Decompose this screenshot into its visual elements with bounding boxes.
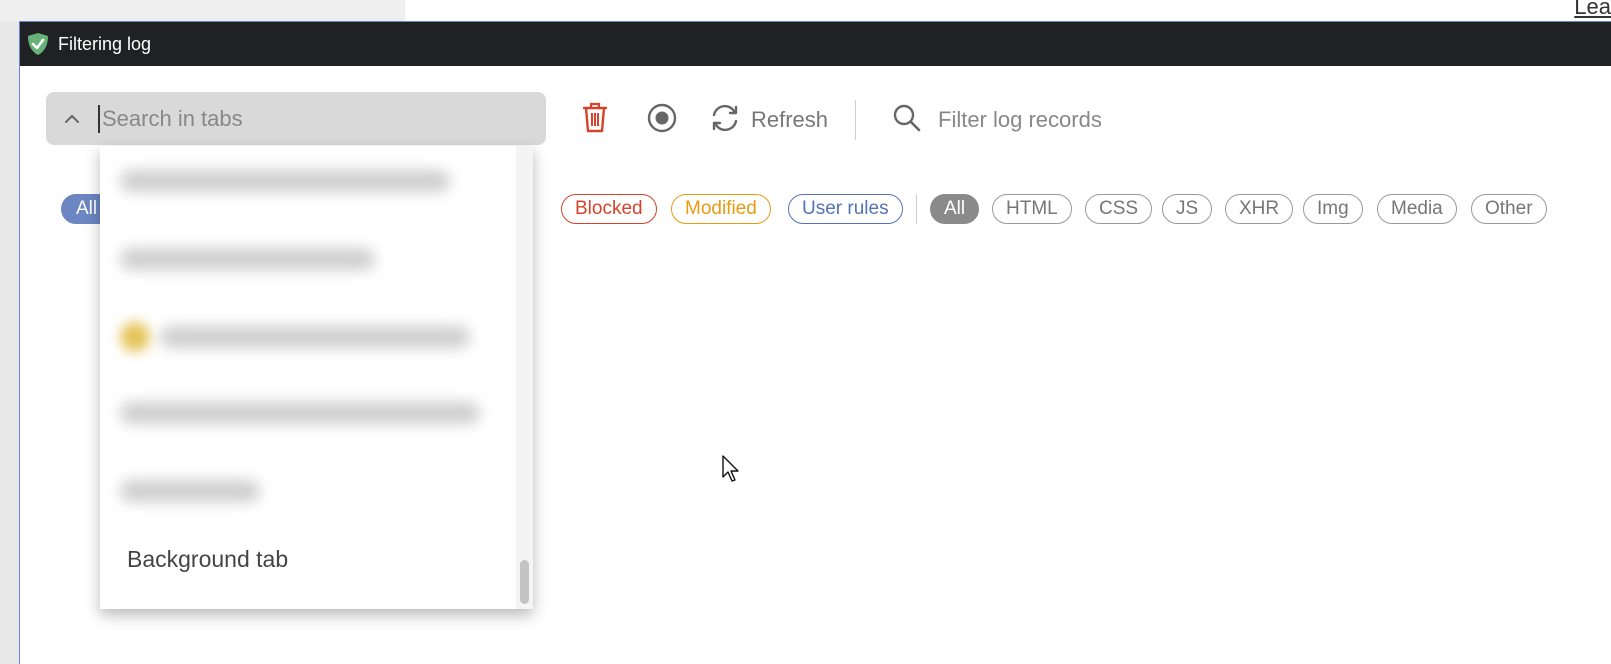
type-filter-all[interactable]: All <box>930 194 980 224</box>
tab-option-blurred[interactable] <box>120 164 450 198</box>
dropdown-scrollbar[interactable] <box>516 146 533 609</box>
filtering-log-window: Filtering log Search in tabs Refresh Fil… <box>19 21 1611 664</box>
tab-option-blurred[interactable] <box>120 320 470 354</box>
tab-option-blurred[interactable] <box>120 396 480 430</box>
type-filter-css[interactable]: CSS <box>1085 194 1153 224</box>
tab-search-box[interactable] <box>46 92 546 145</box>
title-bar[interactable]: Filtering log <box>20 22 1611 66</box>
type-filter-other[interactable]: Other <box>1471 194 1547 224</box>
type-filter-js[interactable]: JS <box>1162 194 1213 224</box>
refresh-button[interactable]: Refresh <box>709 102 828 138</box>
type-filter-xhr[interactable]: XHR <box>1225 194 1294 224</box>
toolbar-divider <box>855 100 856 140</box>
adguard-shield-icon <box>26 32 50 56</box>
record-icon <box>646 102 678 139</box>
background-page-right: Lea <box>405 0 1611 22</box>
background-link[interactable]: Lea <box>1574 0 1611 20</box>
blurred-tab-title <box>120 170 450 192</box>
refresh-icon <box>709 102 741 139</box>
tab-option-blurred[interactable] <box>120 242 375 276</box>
type-filter-media[interactable]: Media <box>1377 194 1457 224</box>
blurred-tab-title <box>120 480 260 502</box>
tab-option-blurred[interactable] <box>120 474 260 508</box>
type-filter-img[interactable]: Img <box>1303 194 1363 224</box>
blurred-favicon <box>120 322 150 352</box>
clear-log-button[interactable] <box>580 102 610 136</box>
type-filter-html[interactable]: HTML <box>992 194 1072 224</box>
blurred-tab-title <box>120 248 375 270</box>
chevron-up-icon[interactable] <box>60 107 84 131</box>
background-page-left <box>0 0 405 22</box>
tabs-dropdown-list: Background tab <box>100 146 516 609</box>
status-filter-user-rules[interactable]: User rules <box>788 194 903 224</box>
mouse-cursor-icon <box>722 455 744 485</box>
tab-option-background-tab[interactable]: Background tab <box>127 546 288 573</box>
tabs-dropdown: Background tab <box>100 146 533 609</box>
filter-records-box[interactable] <box>892 102 1200 138</box>
dropdown-scrollbar-thumb[interactable] <box>520 560 529 604</box>
blurred-tab-title <box>120 402 480 424</box>
refresh-label: Refresh <box>751 107 829 132</box>
search-icon <box>892 103 922 138</box>
blurred-tab-title <box>160 326 470 348</box>
window-title: Filtering log <box>58 33 152 54</box>
background-page-strip <box>0 22 20 664</box>
record-button[interactable] <box>646 102 678 139</box>
filter-log-records-input[interactable] <box>936 106 1200 134</box>
status-filter-modified[interactable]: Modified <box>671 194 771 224</box>
filter-divider <box>916 194 917 224</box>
trash-icon <box>580 100 610 139</box>
status-filter-blocked[interactable]: Blocked <box>561 194 657 224</box>
search-in-tabs-input[interactable] <box>98 104 524 133</box>
